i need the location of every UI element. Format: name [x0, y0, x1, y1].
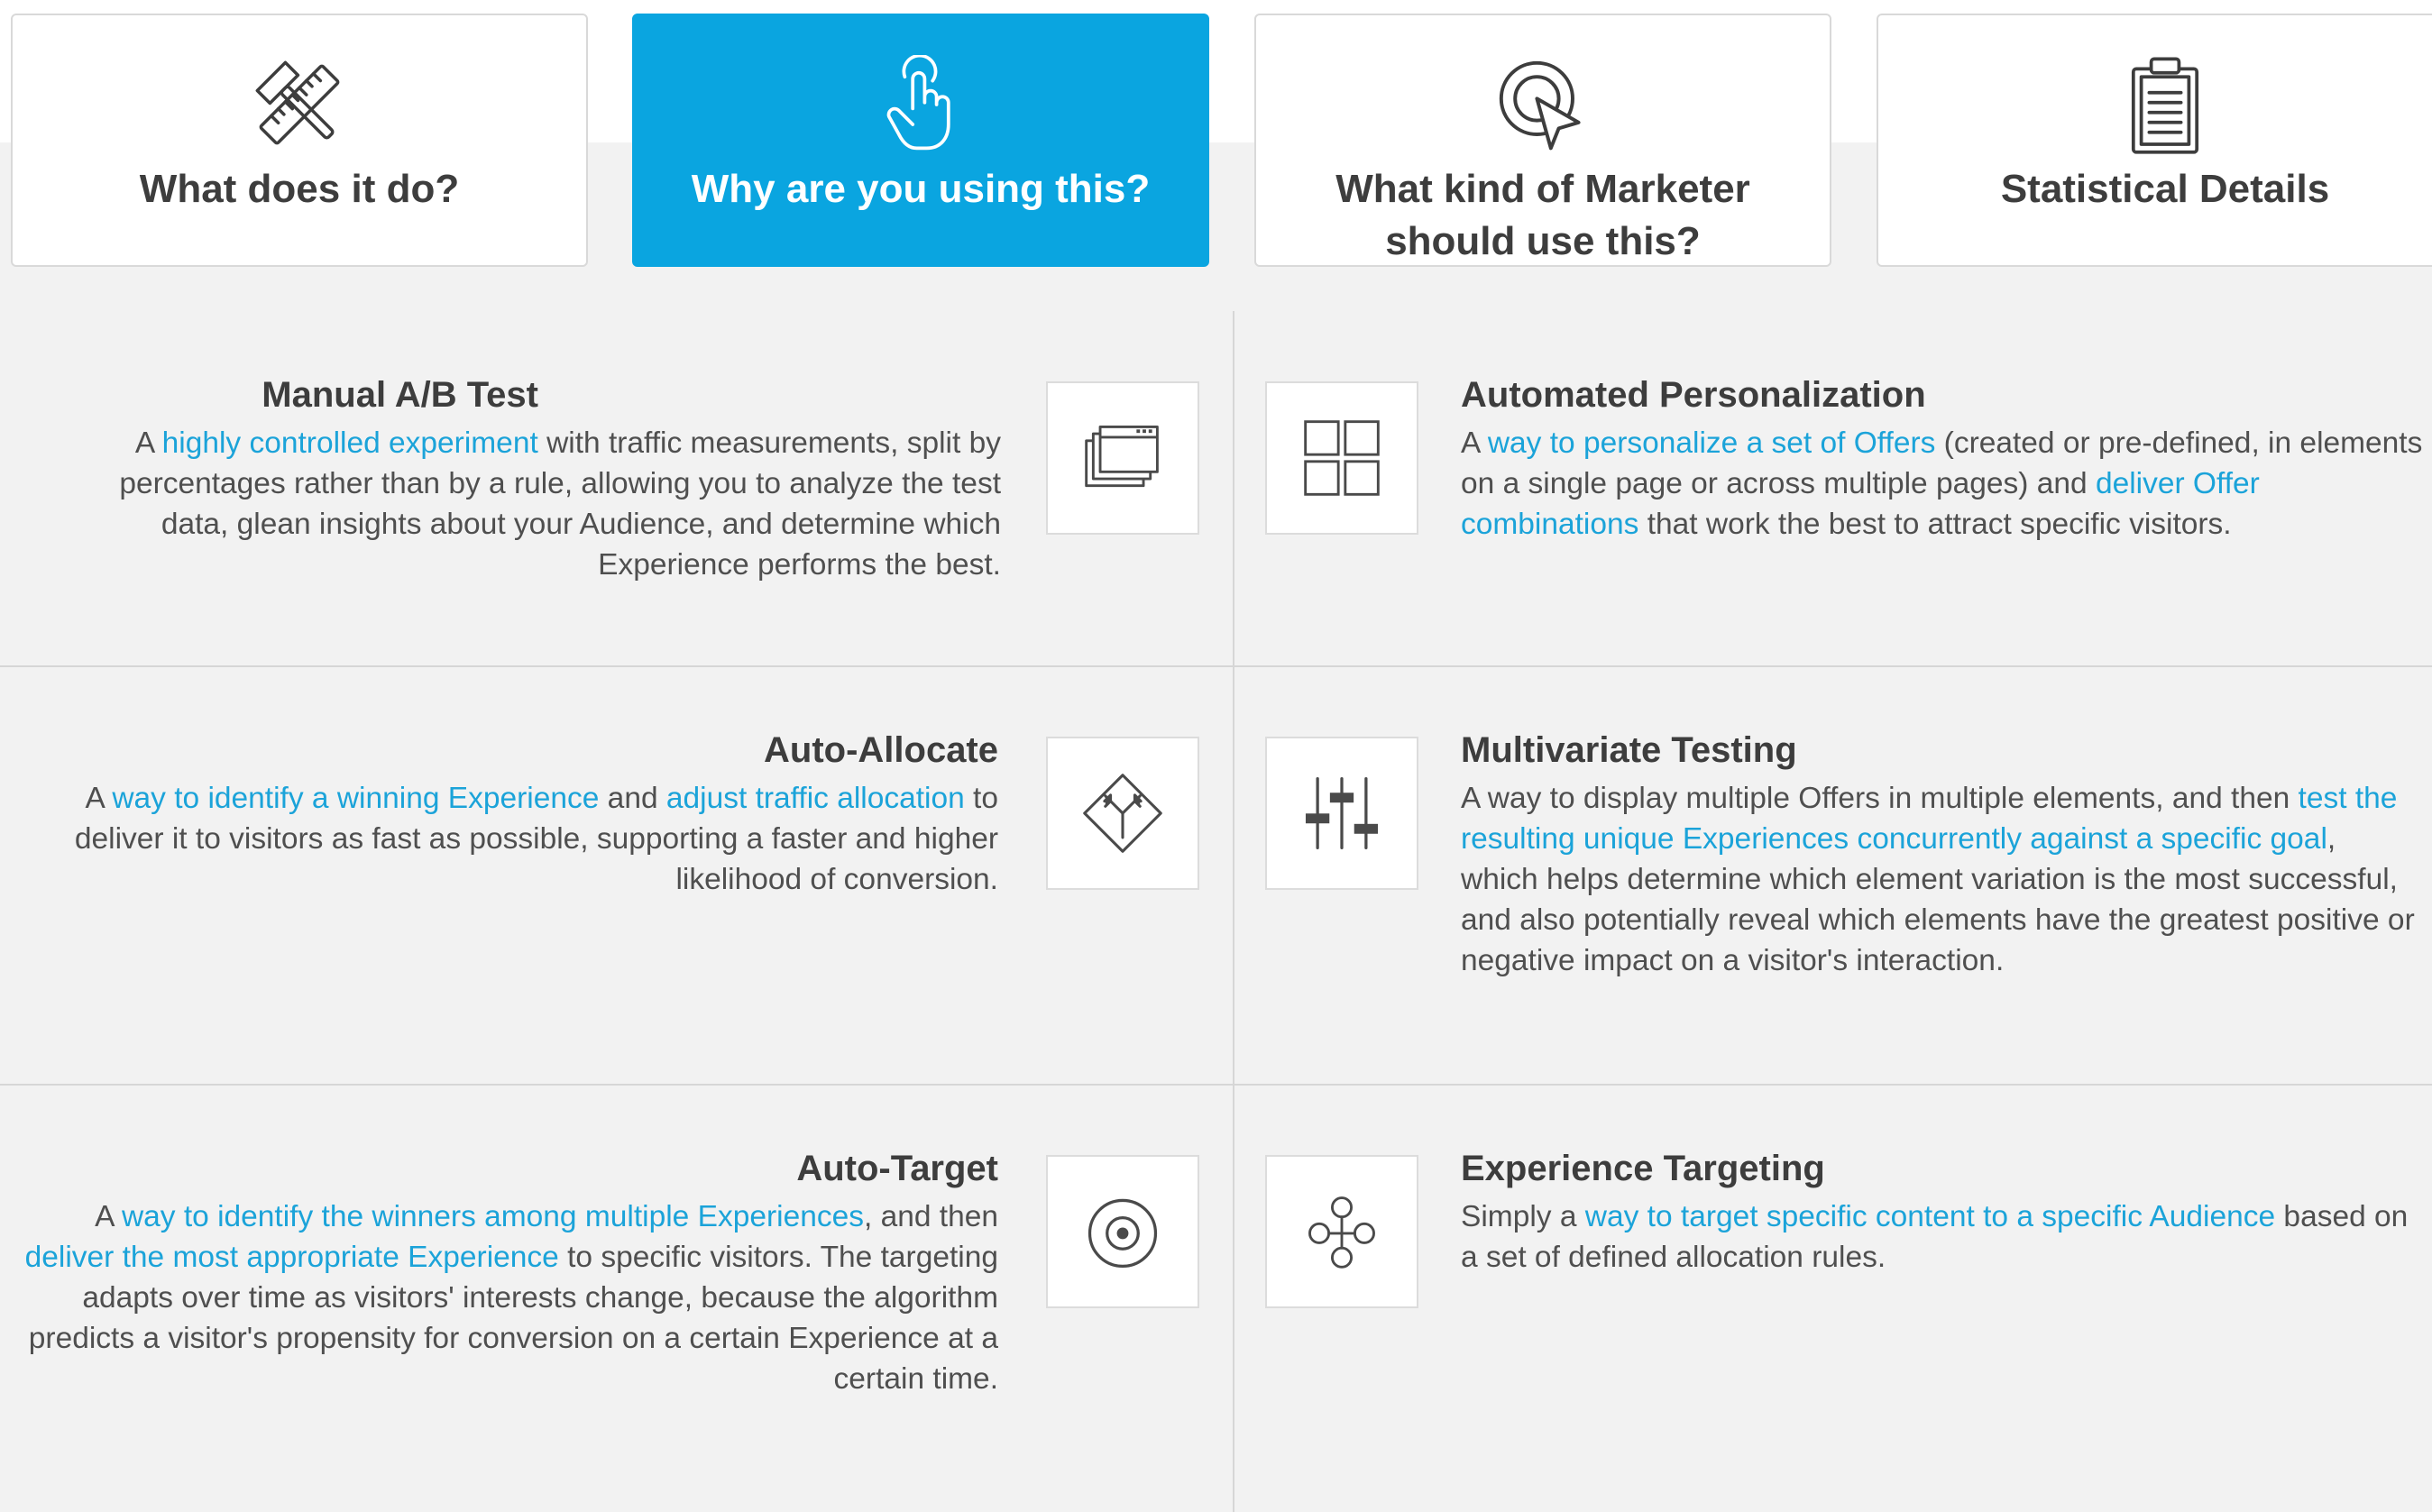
activity-title: Automated Personalization [1461, 375, 1926, 415]
sliders-icon [1305, 776, 1379, 850]
grid-squares-icon [1304, 420, 1380, 496]
clipboard-icon [2115, 55, 2215, 154]
pointer-hand-icon [871, 55, 970, 154]
activity-icon-box [1265, 381, 1418, 535]
activity-icon-box [1265, 1155, 1418, 1308]
target-cursor-icon [1493, 55, 1592, 154]
activity-card-multivariate-testing[interactable]: Multivariate Testing A way to display mu… [0, 666, 2432, 1085]
activity-grid: Manual A/B Test A highly controlled expe… [0, 311, 2432, 1512]
tab-label: What does it do? [139, 167, 460, 211]
activity-title: Experience Targeting [1461, 1149, 1825, 1188]
activity-icon-box [1265, 737, 1418, 890]
tab-what-kind-of-marketer[interactable]: What kind of Marketer should use this? [1254, 14, 1831, 267]
activity-title: Multivariate Testing [1461, 730, 1797, 770]
link-target-specific-content[interactable]: way to target specific content to a spec… [1585, 1200, 2275, 1233]
tab-label: Statistical Details [2000, 167, 2330, 211]
activity-card-experience-targeting[interactable]: Experience Targeting Simply a way to tar… [0, 1085, 2432, 1503]
flow-nodes-icon [1308, 1196, 1375, 1269]
tab-label: What kind of Marketer should use this? [1335, 167, 1750, 263]
tools-icon [250, 55, 349, 154]
link-personalize-offers[interactable]: way to personalize a set of Offers [1488, 426, 1936, 460]
tab-statistical-details[interactable]: Statistical Details [1877, 14, 2432, 267]
activity-description: Simply a way to target specific content … [1461, 1200, 2409, 1274]
activity-description: A way to personalize a set of Offers (cr… [1461, 426, 2423, 541]
tab-what-does-it-do[interactable]: What does it do? [11, 14, 588, 267]
tab-label: Why are you using this? [691, 167, 1151, 211]
activity-description: A way to display multiple Offers in mult… [1461, 782, 2415, 977]
activity-overview-page: What does it do? Why are you using this? [0, 0, 2432, 1512]
tab-bar: What does it do? Why are you using this? [0, 0, 2432, 270]
tab-why-are-you-using-this[interactable]: Why are you using this? [632, 14, 1209, 267]
